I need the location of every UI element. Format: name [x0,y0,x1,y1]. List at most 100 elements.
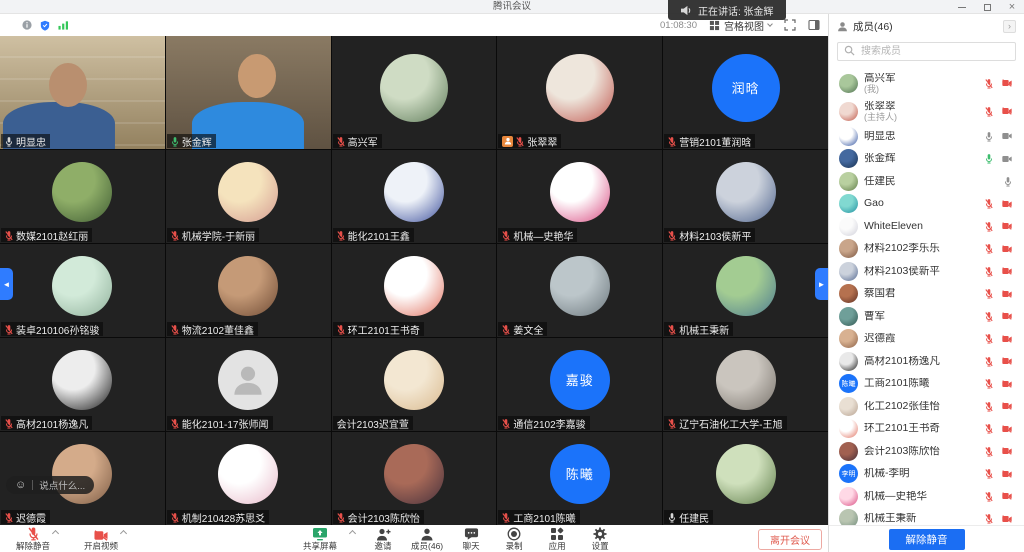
member-list-item[interactable]: 陈曦 工商2101陈曦 [829,373,1024,396]
member-list-item[interactable]: WhiteEleven [829,215,1024,238]
meeting-info-icon[interactable] [22,20,32,30]
video-tile[interactable]: 迟德霞☺ 说点什么... [0,432,165,525]
collapse-panel-button[interactable]: › [1003,20,1016,33]
audio-options-chevron[interactable] [52,530,59,537]
mic-muted-icon [5,512,13,523]
member-list-item[interactable]: 任建民 [829,170,1024,193]
member-status-icons [985,266,1014,277]
search-members-input[interactable] [837,42,1016,61]
member-info: 张翠翠 (主持人) [864,101,979,122]
toolbar-members-button[interactable]: 成员(46) [411,527,443,551]
meeting-timer: 01:08:30 [660,20,697,31]
member-list-item[interactable]: Gao [829,193,1024,216]
member-avatar [839,284,858,303]
video-tile[interactable]: 陈曦 工商2101陈曦 [497,432,662,525]
member-list-item[interactable]: 会计2103陈欣怡 [829,440,1024,463]
member-name: 张翠翠 [864,101,979,112]
security-shield-icon[interactable] [40,20,50,31]
member-avatar [839,509,858,525]
mic-muted-icon [668,136,676,147]
sidebar-unmute-button[interactable]: 解除静音 [889,529,965,550]
unmute-button[interactable]: 解除静音 [16,527,50,551]
member-list-item[interactable]: 曹军 [829,305,1024,328]
prev-page-button[interactable]: ◄ [0,268,13,300]
video-tile[interactable]: 环工2101王书奇 [332,244,497,337]
members-panel-title: 成员(46) [853,19,893,34]
participant-name: 高兴军 [348,134,378,148]
video-tile[interactable]: 机械王秉新 [663,244,828,337]
mic-muted-icon [985,333,993,344]
member-list-item[interactable]: 机械王秉新 [829,508,1024,526]
toolbar-apps-button[interactable]: 应用 [542,527,572,551]
video-tile[interactable]: 材料2103侯新平 [663,150,828,243]
camera-off-icon [1002,312,1012,320]
video-tile[interactable]: 明显忠 [0,36,165,149]
video-options-chevron[interactable] [120,530,127,537]
video-tile[interactable]: 能化2101-17张师闻 [166,338,331,431]
video-tile[interactable]: 物流2102董佳鑫 [166,244,331,337]
minimize-button[interactable] [956,1,968,13]
maximize-button[interactable] [981,1,993,13]
video-tile[interactable]: 机制210428苏思爻 [166,432,331,525]
mic-muted-icon [985,446,993,457]
member-list-item[interactable]: 材料2102李乐乐 [829,238,1024,261]
video-tile[interactable]: 高兴军 [332,36,497,149]
leave-meeting-button[interactable]: 离开会议 [758,529,822,550]
close-button[interactable]: × [1006,1,1018,13]
toolbar-settings-button[interactable]: 设置 [585,527,615,551]
member-list-item[interactable]: 张翠翠 (主持人) [829,97,1024,125]
participant-avatar: 嘉骏 [550,350,610,410]
video-tile[interactable]: 润晗 营销2101董润晗 [663,36,828,149]
mic-muted-icon [5,324,13,335]
chat-bubble[interactable]: ☺ 说点什么... [6,476,94,494]
member-list-item[interactable]: 环工2101王书奇 [829,418,1024,441]
video-tile[interactable]: 会计2103迟宜萱 [332,338,497,431]
member-list-item[interactable]: 高兴军 (我) [829,69,1024,97]
member-status-icons [985,491,1014,502]
fullscreen-icon[interactable] [784,19,796,31]
member-list-item[interactable]: 蔡国君 [829,283,1024,306]
side-panel-icon[interactable] [808,19,820,31]
network-signal-icon[interactable] [58,20,69,30]
toolbar-share-button[interactable]: 共享屏幕 [303,527,337,551]
video-tile[interactable]: 任建民 [663,432,828,525]
participant-avatar: 润晗 [712,54,780,122]
member-list-item[interactable]: 机械—史艳华 [829,485,1024,508]
camera-off-icon [1002,107,1012,115]
video-tile[interactable]: 张金辉 [166,36,331,149]
window-title: 腾讯会议 [0,0,1024,14]
toolbar-chat-button[interactable]: 聊天 [456,527,486,551]
camera-off-icon [1002,222,1012,230]
member-list-item[interactable]: 化工2102张佳怡 [829,395,1024,418]
member-info: 高兴军 (我) [864,73,979,94]
member-info: Gao [864,198,979,209]
member-list-item[interactable]: 李明 机械-李明 [829,463,1024,486]
start-video-button[interactable]: 开启视频 [84,527,118,551]
video-tile[interactable]: 嘉骏 通信2102李嘉骏 [497,338,662,431]
share-options-chevron[interactable] [349,530,356,537]
video-feed [166,36,331,149]
video-tile[interactable]: 张翠翠 [497,36,662,149]
member-list-item[interactable]: 明显忠 [829,125,1024,148]
video-tile[interactable]: 姜文全 [497,244,662,337]
video-tile[interactable]: 机械—史艳华 [497,150,662,243]
member-name: 机械—史艳华 [864,491,979,502]
member-list-item[interactable]: 高材2101杨逸凡 [829,350,1024,373]
camera-off-icon [1002,200,1012,208]
member-list-item[interactable]: 张金辉 [829,148,1024,171]
next-page-button[interactable]: ► [815,268,828,300]
mic-active-icon [171,136,179,147]
member-avatar [839,397,858,416]
toolbar-invite-button[interactable]: 邀请 [368,527,398,551]
member-avatar [839,419,858,438]
member-list-item[interactable]: 材料2103侯新平 [829,260,1024,283]
video-tile[interactable]: 辽宁石油化工大学-王旭 [663,338,828,431]
video-tile[interactable]: 高材2101杨逸凡 [0,338,165,431]
video-tile[interactable]: 装卓210106孙铭骏 [0,244,165,337]
video-tile[interactable]: 会计2103陈欣怡 [332,432,497,525]
video-tile[interactable]: 数媒2101赵红丽 [0,150,165,243]
toolbar-record-button[interactable]: 录制 [499,527,529,551]
video-tile[interactable]: 机械学院-于新丽 [166,150,331,243]
video-tile[interactable]: 能化2101王鑫 [332,150,497,243]
member-list-item[interactable]: 迟德霞 [829,328,1024,351]
